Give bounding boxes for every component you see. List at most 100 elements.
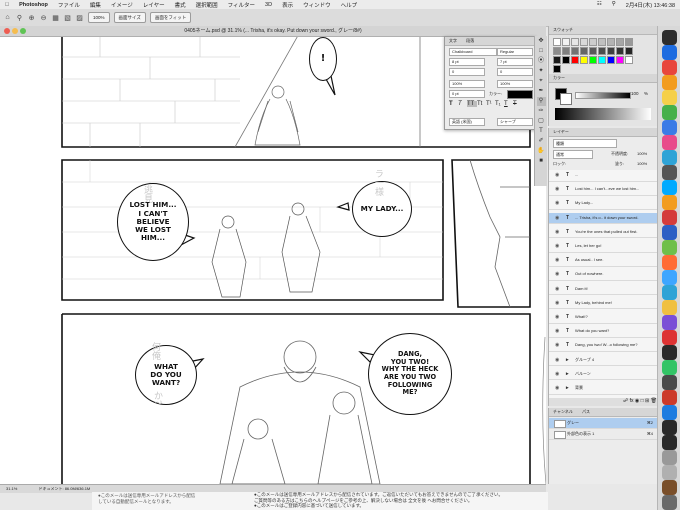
channel-row[interactable]: グレー ⌘2 (549, 418, 657, 429)
visibility-eye-icon[interactable]: ◉ (555, 269, 559, 280)
antialias-select[interactable]: シャープ (497, 118, 533, 126)
wifi-icon[interactable]: ☷ (597, 1, 602, 9)
layer-row[interactable]: ◉ T Dang, you two! W...o following me? (549, 340, 657, 352)
swatch-18[interactable] (553, 56, 561, 64)
fx-icon[interactable]: fx (630, 398, 634, 404)
menu-3d[interactable]: 3D (265, 2, 272, 8)
visibility-eye-icon[interactable]: ◉ (555, 255, 559, 266)
dock-app-icon[interactable] (662, 45, 677, 60)
tab-channels[interactable]: チャンネル (553, 409, 573, 414)
layer-row[interactable]: ◉ T My Lady... (549, 198, 657, 210)
layer-row[interactable]: ◉ T Dam it! (549, 284, 657, 296)
underline-button[interactable]: T (504, 101, 513, 107)
swatch-23[interactable] (598, 56, 606, 64)
dock-app-icon[interactable] (662, 165, 677, 180)
pen-tool-icon[interactable]: ✐ (537, 137, 546, 146)
swatch-10[interactable] (562, 47, 570, 55)
visibility-eye-icon[interactable]: ◉ (555, 198, 559, 209)
close-window-icon[interactable] (4, 28, 10, 34)
color-swap-icon[interactable]: ■ (537, 157, 546, 166)
font-size-field[interactable]: 8 pt (449, 58, 485, 66)
layer-row[interactable]: ◉ T You're the ones that pulled out first. (549, 227, 657, 239)
layer-row[interactable]: ◉ T What do you want? (549, 326, 657, 338)
blend-mode-select[interactable]: 通常 (553, 150, 593, 159)
layer-row[interactable]: ◉ T Les, let her go! (549, 241, 657, 253)
swatch-13[interactable] (589, 47, 597, 55)
dock-app-icon[interactable] (662, 360, 677, 375)
swatch-19[interactable] (562, 56, 570, 64)
layer-row[interactable]: ◉ T ... Trisha, it's o.. it down your swor… (549, 212, 657, 225)
swatch-3[interactable] (580, 38, 588, 46)
tracking-field[interactable]: 0 (497, 68, 533, 76)
menu-window[interactable]: ウィンドウ (303, 1, 331, 9)
swatch-0[interactable] (553, 38, 561, 46)
fill-value[interactable]: 100% (637, 161, 647, 166)
baseline-shift-field[interactable]: 0 pt (449, 90, 485, 98)
all-caps-button[interactable]: TT (467, 101, 477, 107)
visibility-eye-icon[interactable]: ◉ (555, 227, 559, 238)
dock-app-icon[interactable] (662, 315, 677, 330)
tab-paragraph[interactable]: 段落 (466, 38, 474, 43)
faux-bold-button[interactable]: T (449, 101, 458, 107)
dock-app-icon[interactable] (662, 420, 677, 435)
zoom-tool-icon[interactable]: ⚲ (15, 13, 24, 22)
menu-select[interactable]: 選択範囲 (196, 1, 218, 9)
visibility-eye-icon[interactable]: ◉ (555, 369, 559, 380)
swatch-2[interactable] (571, 38, 579, 46)
swatch-21[interactable] (580, 56, 588, 64)
dock-app-icon[interactable] (662, 210, 677, 225)
dock-app-icon[interactable] (662, 30, 677, 45)
swatch-24[interactable] (607, 56, 615, 64)
dock-app-icon[interactable] (662, 435, 677, 450)
dock-app-icon[interactable] (662, 450, 677, 465)
swatch-5[interactable] (598, 38, 606, 46)
font-style-select[interactable]: Regular (497, 48, 533, 56)
visibility-eye-icon[interactable]: ◉ (555, 284, 559, 295)
dock-app-icon[interactable] (662, 255, 677, 270)
zoom-in-icon[interactable]: ⊕ (27, 13, 36, 22)
layer-row[interactable]: ◉ T Out of nowhere. (549, 269, 657, 281)
maximize-window-icon[interactable] (20, 28, 26, 34)
swatch-27[interactable] (553, 65, 561, 73)
visibility-eye-icon[interactable]: ◉ (555, 184, 559, 195)
visibility-eye-icon[interactable]: ◉ (555, 326, 559, 337)
zoom-all-icon[interactable]: ▧ (63, 13, 72, 22)
dock-app-icon[interactable] (662, 60, 677, 75)
menu-image[interactable]: イメージ (111, 1, 133, 9)
crop-tool-icon[interactable]: ⌖ (537, 77, 546, 86)
clock[interactable]: 2月4日(木) 13:46:38 (626, 1, 675, 9)
visibility-eye-icon[interactable]: ◉ (555, 170, 559, 181)
dock-app-icon[interactable] (662, 330, 677, 345)
swatch-1[interactable] (562, 38, 570, 46)
minimize-window-icon[interactable] (12, 28, 18, 34)
horizontal-scale-field[interactable]: 100% (497, 80, 533, 88)
layer-row[interactable]: ◉ T My Lady, behind me! (549, 298, 657, 310)
dock-app-icon[interactable] (662, 495, 677, 510)
resize-windows-icon[interactable]: ▦ (51, 13, 60, 22)
swatch-9[interactable] (553, 47, 561, 55)
new-layer-icon[interactable]: ⊞ (645, 398, 649, 404)
faux-italic-button[interactable]: T (458, 101, 467, 107)
scrubby-zoom-icon[interactable]: ▨ (75, 13, 84, 22)
home-icon[interactable]: ⌂ (3, 13, 12, 22)
subscript-button[interactable]: T₁ (495, 101, 504, 107)
menu-filter[interactable]: フィルター (228, 1, 255, 9)
lasso-tool-icon[interactable]: ⦿ (537, 57, 546, 66)
visibility-eye-icon[interactable]: ◉ (555, 340, 559, 351)
dock-app-icon[interactable] (662, 270, 677, 285)
dock-app-icon[interactable] (662, 240, 677, 255)
zoom-out-icon[interactable]: ⊖ (39, 13, 48, 22)
dock-app-icon[interactable] (662, 135, 677, 150)
marquee-tool-icon[interactable]: □ (537, 47, 546, 56)
new-group-icon[interactable]: □ (641, 398, 644, 404)
swatch-12[interactable] (580, 47, 588, 55)
layer-row[interactable]: ◉ T... (549, 170, 657, 182)
dock-app-icon[interactable] (662, 480, 677, 495)
zoom-tool-active-icon[interactable]: ⚲ (536, 97, 546, 106)
brush-tool-icon[interactable]: ✑ (537, 107, 546, 116)
dock-app-icon[interactable] (662, 225, 677, 240)
swatch-25[interactable] (616, 56, 624, 64)
dock-app-icon[interactable] (662, 75, 677, 90)
dock-app-icon[interactable] (662, 180, 677, 195)
dock-app-icon[interactable] (662, 120, 677, 135)
